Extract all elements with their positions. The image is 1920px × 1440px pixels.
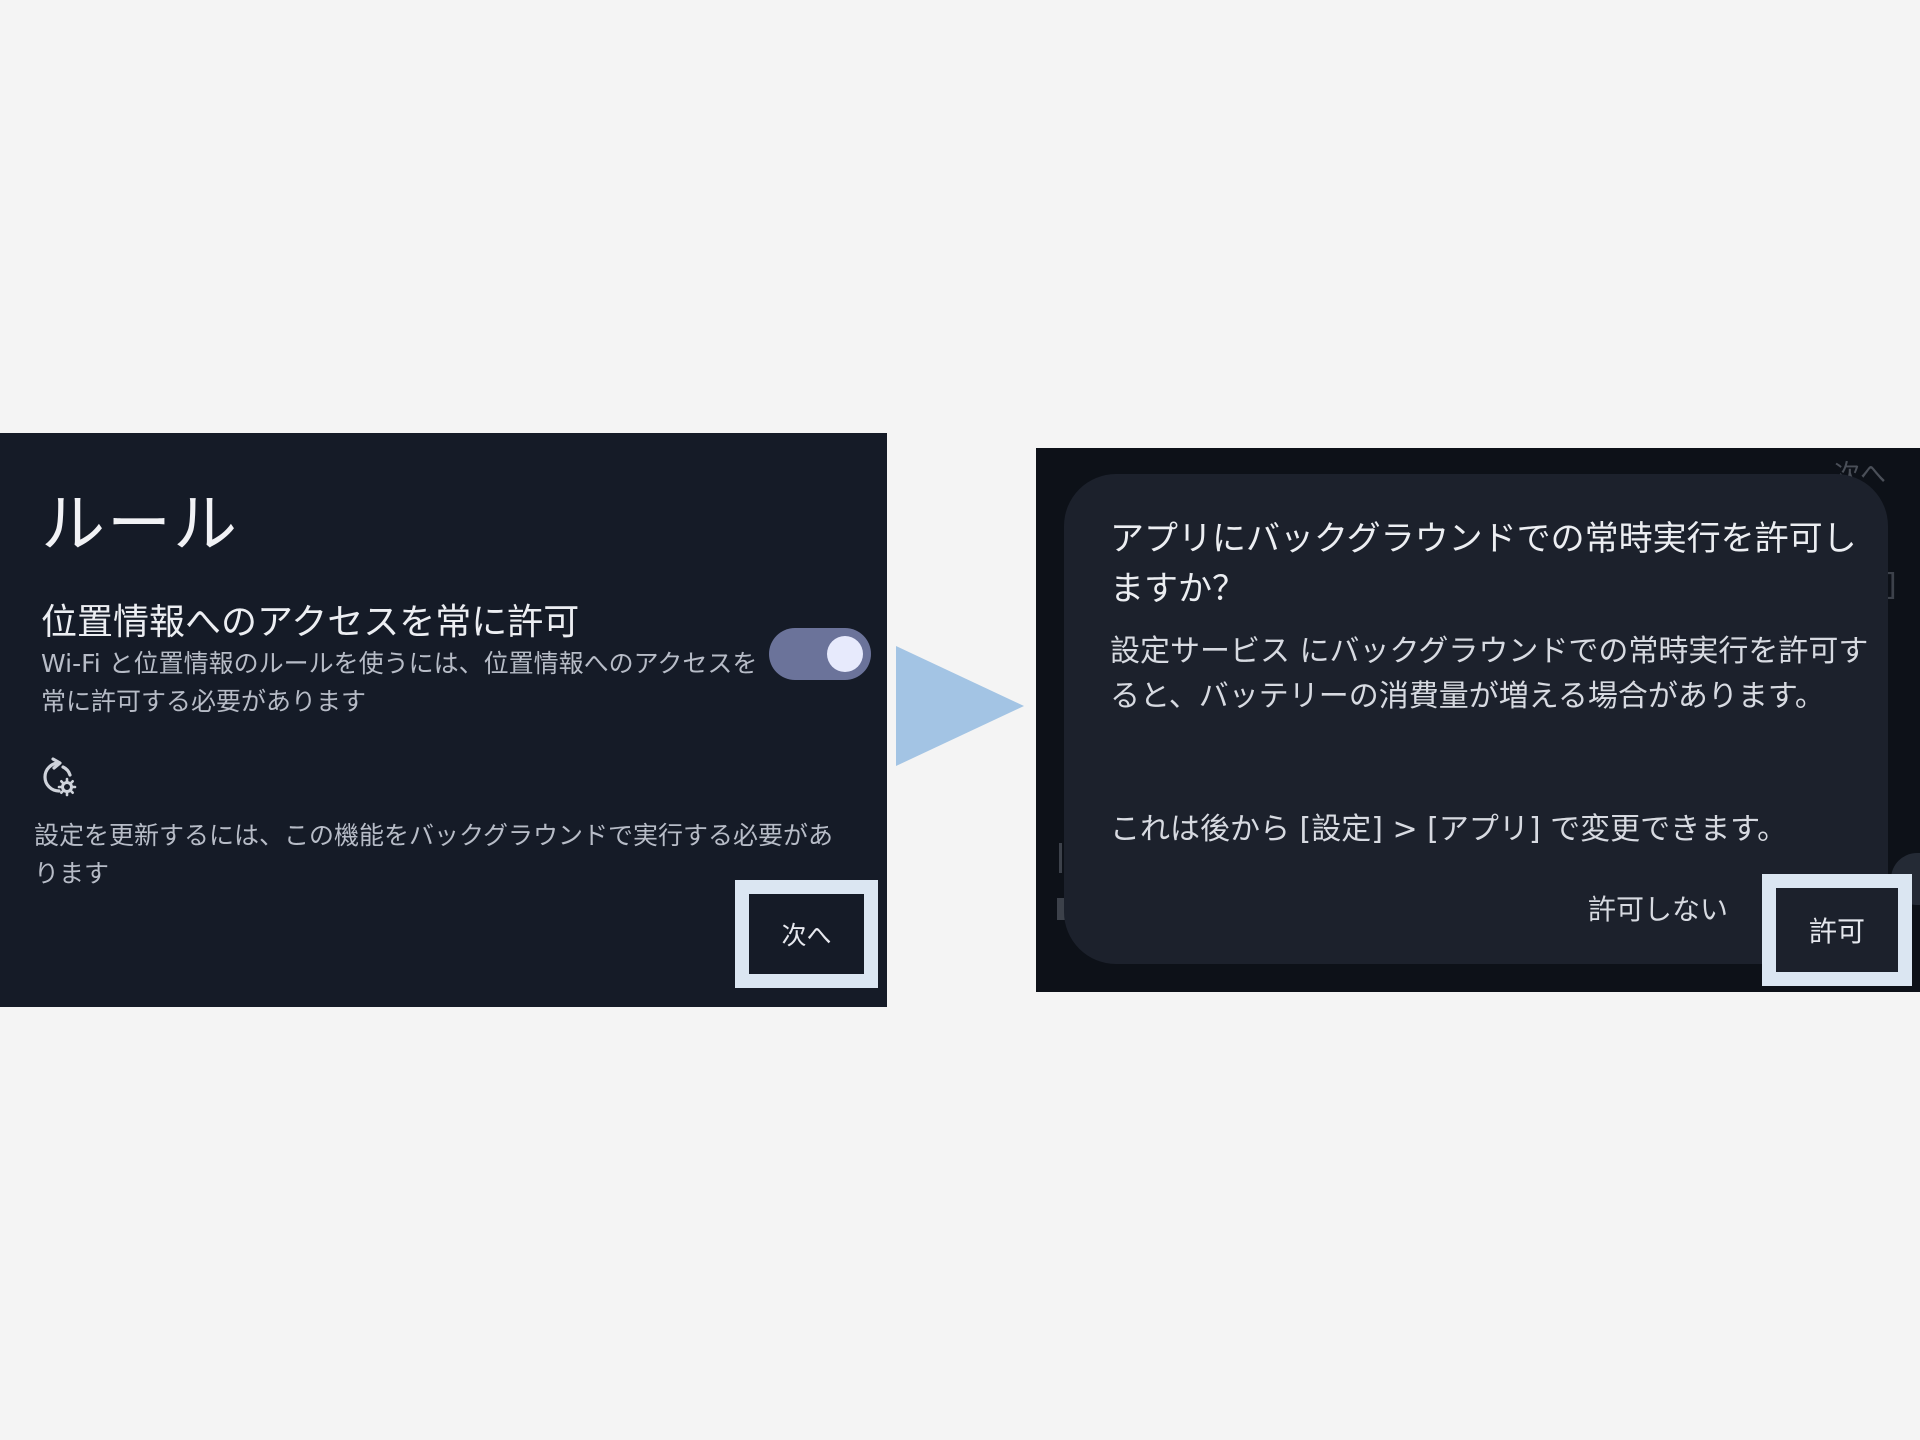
permission-dialog-screen: 次へ ] アプリにバックグラウンドでの常時実行を許可しますか？ 設定サービス に… [1036,448,1920,992]
background-fragment [1059,843,1062,873]
arrow-right-icon [896,646,1024,766]
location-access-description: Wi-Fi と位置情報のルールを使うには、位置情報へのアクセスを常に許可する必要… [41,649,758,716]
rules-screen: ルール 位置情報へのアクセスを常に許可 Wi-Fi と位置情報のルールを使うには… [0,433,887,1007]
location-access-title: 位置情報へのアクセスを常に許可 [41,602,580,643]
location-access-toggle[interactable] [769,628,871,680]
permission-dialog: アプリにバックグラウンドでの常時実行を許可しますか？ 設定サービス にバックグラ… [1064,474,1912,986]
dialog-title: アプリにバックグラウンドでの常時実行を許可しますか？ [1110,519,1857,609]
deny-button[interactable]: 許可しない [1588,888,1728,928]
dialog-note: これは後から [設定] > [アプリ] で変更できます。 [1110,812,1788,847]
background-run-description: 設定を更新するには、この機能をバックグラウンドで実行する必要があります [34,821,834,888]
toggle-knob [827,636,863,672]
allow-button[interactable]: 許可 [1762,874,1912,986]
sync-settings-icon [37,757,77,797]
dialog-body: 設定サービス にバックグラウンドでの常時実行を許可すると、バッテリーの消費量が増… [1110,634,1869,714]
next-button[interactable]: 次へ [735,880,878,988]
page-title: ルール [41,488,239,562]
